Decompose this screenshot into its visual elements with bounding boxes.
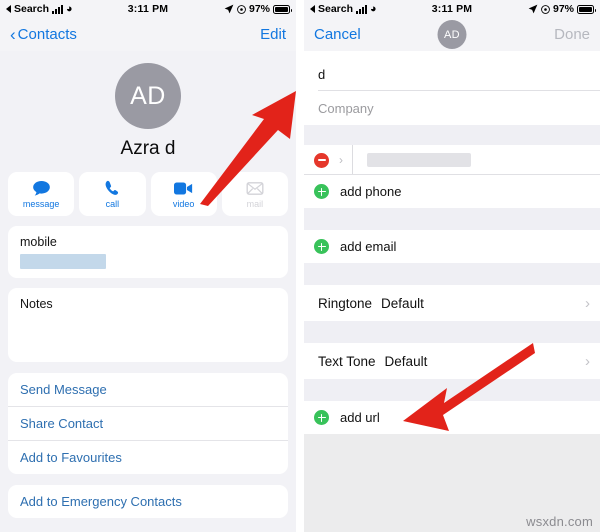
status-bar-right: Search ◕ 3:11 PM 97% xyxy=(304,0,600,18)
message-bubble-icon xyxy=(32,180,50,197)
company-placeholder: Company xyxy=(318,100,374,116)
carrier-label: Search xyxy=(318,3,354,15)
battery-icon xyxy=(273,4,293,14)
status-bar-time: 3:11 PM xyxy=(127,3,169,15)
add-phone-row[interactable]: add phone xyxy=(304,175,600,208)
call-action-label: call xyxy=(105,198,120,209)
contact-name: Azra d xyxy=(120,138,176,159)
mail-action-button: mail xyxy=(221,172,288,216)
notes-card[interactable]: Notes xyxy=(8,288,288,362)
done-button[interactable]: Done xyxy=(554,26,590,43)
add-url-row[interactable]: add url xyxy=(304,401,600,434)
chevron-right-icon: › xyxy=(585,294,590,312)
add-to-favourites-link[interactable]: Add to Favourites xyxy=(8,440,288,474)
cancel-button[interactable]: Cancel xyxy=(314,26,361,43)
status-bar-right-group: 97% xyxy=(168,3,293,15)
right-nav-bar: Cancel AD Done xyxy=(304,18,600,51)
phone-handset-icon xyxy=(105,180,120,197)
status-bar-time: 3:11 PM xyxy=(431,3,473,15)
text-tone-value: Default xyxy=(384,353,428,369)
video-action-button[interactable]: video xyxy=(150,172,217,216)
ringtone-label: Ringtone xyxy=(318,295,373,311)
signal-bars-icon xyxy=(356,4,368,14)
status-bar-left-group: Search ◕ xyxy=(6,3,128,15)
location-arrow-icon xyxy=(224,4,234,14)
alarm-icon xyxy=(541,4,550,14)
edit-button[interactable]: Edit xyxy=(260,26,286,43)
phone-entry-row[interactable]: › xyxy=(304,145,600,175)
avatar[interactable]: AD xyxy=(437,20,467,49)
add-email-row[interactable]: add email xyxy=(304,230,600,263)
quick-action-row: message call video mail xyxy=(0,160,296,216)
field-separator xyxy=(352,145,353,175)
battery-icon xyxy=(577,4,597,14)
section-gap-4 xyxy=(304,321,600,343)
video-camera-icon xyxy=(174,180,193,197)
message-action-label: message xyxy=(22,198,60,209)
status-bar-left-group-2: Search ◕ xyxy=(310,3,432,15)
screen-divider xyxy=(296,0,304,532)
share-contact-link[interactable]: Share Contact xyxy=(8,406,288,440)
chevron-right-icon: › xyxy=(585,352,590,370)
battery-percent-label: 97% xyxy=(249,3,271,15)
back-triangle-icon xyxy=(6,5,11,13)
status-bar-left: Search ◕ 3:11 PM 97% xyxy=(0,0,296,18)
left-phone-screen: Search ◕ 3:11 PM 97% ‹ Contacts Edit AD xyxy=(0,0,296,532)
plus-circle-icon[interactable] xyxy=(314,184,329,199)
mail-action-label: mail xyxy=(246,198,264,209)
message-action-button[interactable]: message xyxy=(8,172,75,216)
chevron-left-icon: ‹ xyxy=(10,25,16,44)
contact-header: AD Azra d xyxy=(0,51,296,160)
call-action-button[interactable]: call xyxy=(79,172,146,216)
carrier-label: Search xyxy=(14,3,50,15)
send-message-link[interactable]: Send Message xyxy=(8,373,288,406)
chevron-right-icon[interactable]: › xyxy=(339,153,343,167)
phone-number-card[interactable]: mobile xyxy=(8,226,288,278)
status-bar-right-group-2: 97% xyxy=(472,3,597,15)
watermark: wsxdn.com xyxy=(526,514,593,529)
left-nav-bar: ‹ Contacts Edit xyxy=(0,18,296,51)
ringtone-value: Default xyxy=(381,295,424,311)
cancel-label: Cancel xyxy=(314,26,361,43)
section-gap-2 xyxy=(304,208,600,230)
wifi-icon: ◕ xyxy=(66,2,73,15)
last-name-field[interactable]: d xyxy=(304,57,600,91)
right-phone-screen: Search ◕ 3:11 PM 97% Cancel AD Done d Co… xyxy=(304,0,600,532)
section-gap-1 xyxy=(304,125,600,145)
video-action-label: video xyxy=(172,198,195,209)
alarm-icon xyxy=(237,4,246,14)
add-url-label: add url xyxy=(340,410,380,425)
emergency-group: Add to Emergency Contacts xyxy=(8,485,288,518)
contact-actions-group: Send Message Share Contact Add to Favour… xyxy=(8,373,288,474)
minus-circle-icon[interactable] xyxy=(314,152,329,168)
envelope-icon xyxy=(246,180,264,197)
redacted-phone-value xyxy=(367,153,471,167)
signal-bars-icon xyxy=(52,4,64,14)
section-gap-3 xyxy=(304,263,600,285)
back-to-contacts-button[interactable]: ‹ Contacts xyxy=(10,26,77,43)
phone-label: mobile xyxy=(20,235,57,249)
text-tone-label: Text Tone xyxy=(318,353,376,369)
battery-percent-label: 97% xyxy=(553,3,575,15)
company-field[interactable]: Company xyxy=(304,91,600,125)
text-tone-row[interactable]: Text Tone Default › xyxy=(304,343,600,379)
ringtone-row[interactable]: Ringtone Default › xyxy=(304,285,600,321)
back-label: Contacts xyxy=(17,26,77,43)
add-to-emergency-contacts-link[interactable]: Add to Emergency Contacts xyxy=(8,485,288,518)
wifi-icon: ◕ xyxy=(370,2,377,15)
location-arrow-icon xyxy=(528,4,538,14)
add-phone-label: add phone xyxy=(340,184,402,199)
left-screen-body: AD Azra d message call video mail mobile… xyxy=(0,51,296,532)
last-name-value: d xyxy=(318,66,326,82)
add-email-label: add email xyxy=(340,239,397,254)
section-gap-5 xyxy=(304,379,600,401)
redacted-phone-number xyxy=(20,254,106,269)
avatar: AD xyxy=(115,63,181,129)
right-screen-body: d Company › add phone add email Ringtone… xyxy=(304,51,600,532)
plus-circle-icon[interactable] xyxy=(314,410,329,425)
plus-circle-icon[interactable] xyxy=(314,239,329,254)
dual-screenshot-container: Search ◕ 3:11 PM 97% ‹ Contacts Edit AD xyxy=(0,0,600,532)
back-triangle-icon xyxy=(310,5,315,13)
notes-label: Notes xyxy=(20,297,53,311)
